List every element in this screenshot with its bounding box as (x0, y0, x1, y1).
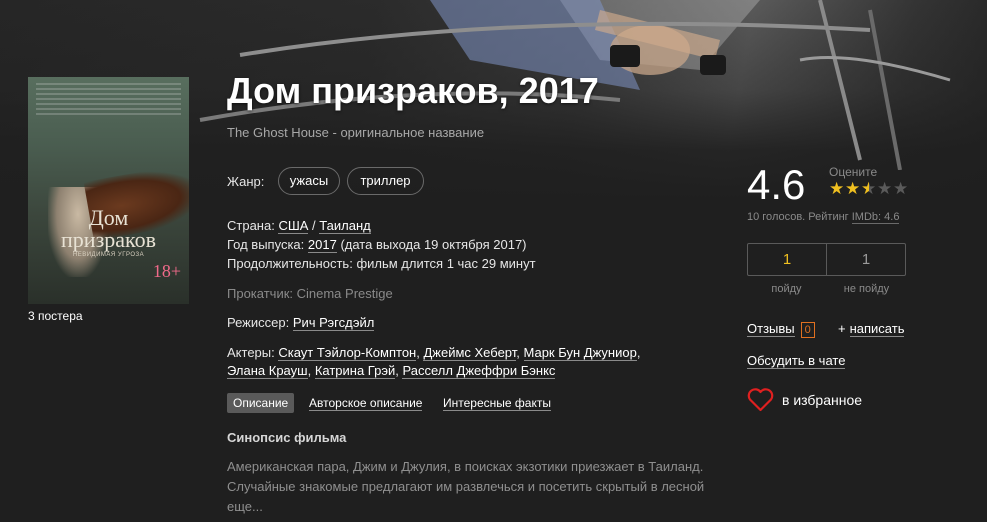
release-date: (дата выхода 19 октября 2017) (340, 237, 527, 252)
discuss-in-chat-label: Обсудить в чате (747, 353, 846, 369)
genre-label: Жанр: (227, 174, 265, 189)
synopsis-title: Синопсис фильма (227, 430, 347, 445)
actor-link[interactable]: Марк Бун Джуниор (523, 345, 637, 361)
actor-link[interactable]: Расселл Джеффри Бэнкс (402, 363, 556, 379)
poster-credits (36, 83, 181, 115)
genre-chip-thriller[interactable]: триллер (347, 167, 424, 195)
genre-chip-horror[interactable]: ужасы (278, 167, 340, 195)
year-link[interactable]: 2017 (307, 237, 337, 253)
duration-value: фильм длится 1 час 29 минут (356, 256, 536, 271)
will-go-label: пойду (771, 283, 802, 295)
tab-description[interactable]: Описание (227, 393, 295, 413)
year-label: Год выпуска: (227, 237, 305, 252)
original-title: The Ghost House - оригинальное название (227, 125, 485, 140)
attendance-box: 1 1 (747, 243, 906, 276)
votes-info: 10 голосов. Рейтинг IMDb: 4.6 (747, 211, 900, 224)
reviews-count-badge: 0 (800, 321, 815, 338)
actors-label: Актеры: (227, 345, 275, 360)
country-row: Страна: США / Таиланд (227, 218, 371, 234)
star-icon[interactable]: ★ (893, 180, 909, 197)
country-separator: / (308, 218, 320, 233)
duration-row: Продолжительность: фильм длится 1 час 29… (227, 256, 536, 271)
movie-poster[interactable]: Дом призраков НЕВИДИМАЯ УГРОЗА 18+ (28, 77, 189, 304)
actors-row-1: Актеры: Скаут Тэйлор-Комптон, Джеймс Хеб… (227, 345, 641, 361)
poster-subtitle: НЕВИДИМАЯ УГРОЗА (72, 252, 145, 258)
poster-title: Дом призраков (28, 207, 189, 251)
director-label: Режиссер: (227, 315, 290, 330)
rating-value: 4.6 (747, 161, 806, 208)
movie-title: Дом призраков, 2017 (227, 70, 599, 111)
country-link-thailand[interactable]: Таиланд (319, 218, 371, 234)
actors-row-2: Элана Крауш, Катрина Грэй, Расселл Джефф… (227, 363, 556, 379)
rate-label: Оцените (829, 165, 878, 179)
country-label: Страна: (227, 218, 275, 233)
wont-go-label: не пойду (843, 283, 890, 295)
tab-interesting-facts-label: Интересные факты (443, 396, 551, 411)
star-icon[interactable]: ★ (829, 180, 845, 197)
discuss-in-chat-link[interactable]: Обсудить в чате (747, 353, 846, 369)
star-icon[interactable]: ★ (845, 180, 861, 197)
imdb-rating-link[interactable]: IMDb: 4.6 (851, 211, 900, 224)
poster-age-rating: 18+ (152, 261, 181, 281)
star-icon[interactable]: ★ (861, 180, 877, 197)
duration-label: Продолжительность: (227, 256, 353, 271)
tab-author-description[interactable]: Авторское описание (309, 393, 423, 413)
posters-count-link[interactable]: 3 постера (28, 309, 83, 323)
write-review-label: написать (849, 321, 905, 337)
tab-author-description-label: Авторское описание (309, 396, 423, 411)
star-icon[interactable]: ★ (877, 180, 893, 197)
heart-icon (747, 388, 774, 412)
country-link-usa[interactable]: США (278, 218, 309, 234)
star-rating[interactable]: ★ ★ ★ ★ ★ (829, 180, 909, 197)
director-row: Режиссер: Рич Рэгсдэйл (227, 315, 375, 331)
actor-link[interactable]: Катрина Грэй (314, 363, 396, 379)
distributor-text: Прокатчик: Cinema Prestige (227, 286, 393, 301)
actor-link[interactable]: Скаут Тэйлор-Комптон (278, 345, 417, 361)
write-review-link[interactable]: + написать (838, 321, 905, 337)
reviews-row: Отзывы 0 (747, 321, 815, 338)
year-row: Год выпуска: 2017 (дата выхода 19 октябр… (227, 237, 527, 253)
votes-text: 10 голосов. Рейтинг (747, 211, 852, 223)
plus-icon: + (838, 321, 846, 336)
add-to-favorites-button[interactable]: в избранное (747, 388, 862, 412)
synopsis-text: Американская пара, Джим и Джулия, в поис… (227, 459, 705, 514)
actor-link[interactable]: Элана Крауш (227, 363, 308, 379)
actor-link[interactable]: Джеймс Хеберт (423, 345, 517, 361)
director-link[interactable]: Рич Рэгсдэйл (292, 315, 375, 331)
will-go-button[interactable]: 1 (748, 244, 827, 275)
favorites-label: в избранное (782, 392, 863, 408)
poster-title-line1: Дом (88, 205, 129, 230)
poster-title-line2: призраков (61, 227, 156, 252)
tab-interesting-facts[interactable]: Интересные факты (443, 393, 551, 413)
wont-go-button[interactable]: 1 (827, 244, 905, 275)
reviews-link[interactable]: Отзывы (747, 321, 795, 337)
